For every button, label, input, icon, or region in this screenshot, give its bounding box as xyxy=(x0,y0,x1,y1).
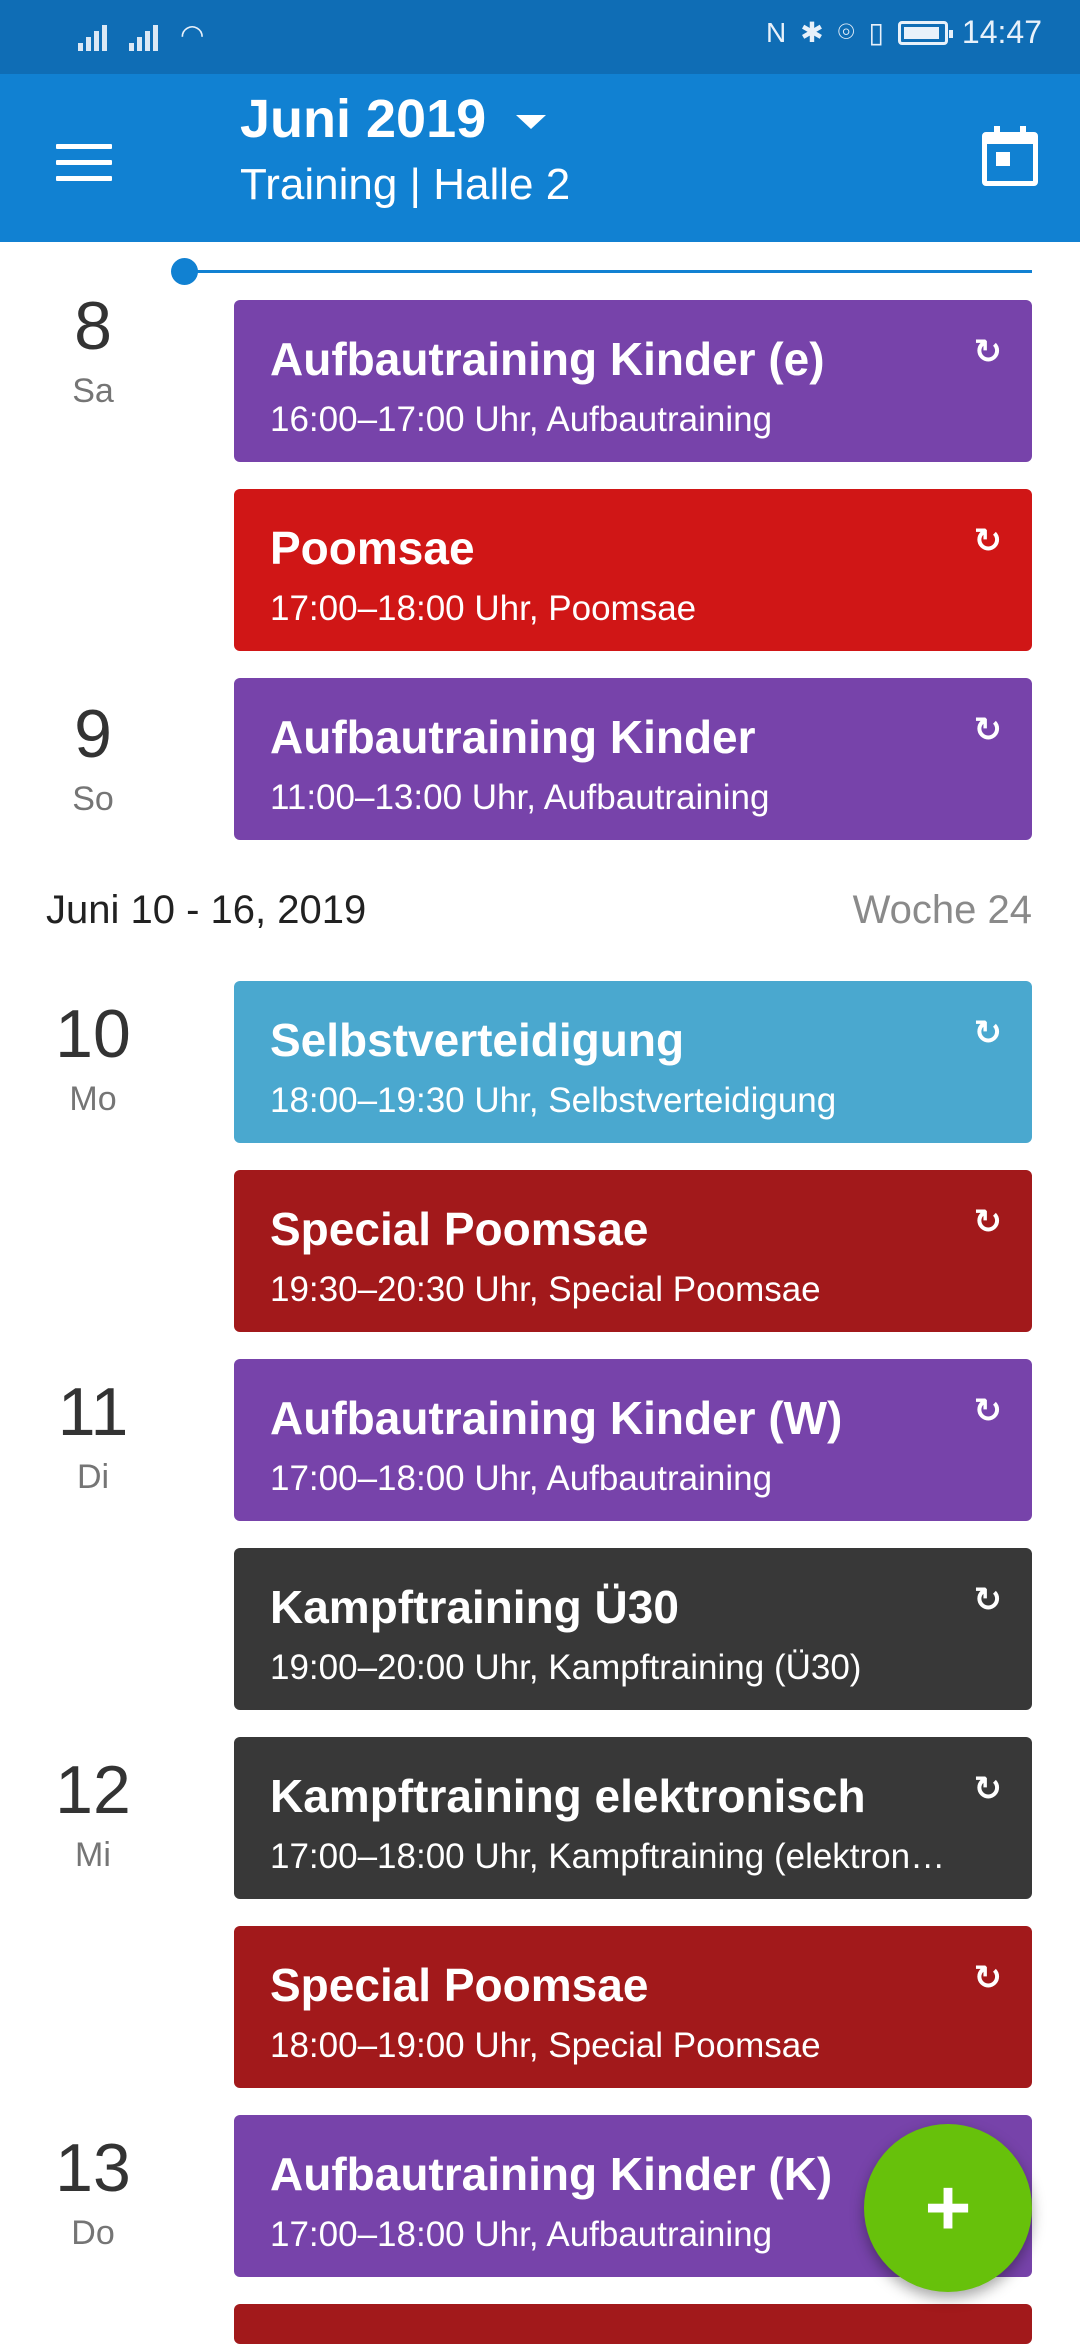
day-label: 11 Di xyxy=(38,1378,148,1497)
event-card[interactable]: Poomsae 17:00–18:00 Uhr, Poomsae ↻ xyxy=(234,489,1032,651)
day-label: 13 Do xyxy=(38,2134,148,2253)
event-details: 16:00–17:00 Uhr, Aufbautraining xyxy=(270,400,773,439)
add-event-button[interactable]: + xyxy=(864,2124,1032,2292)
event-card[interactable]: Special Poomsae 19:30–20:30 Uhr, Special… xyxy=(234,1170,1032,1332)
day-label: 9 So xyxy=(38,700,148,819)
event-details: 19:30–20:30 Uhr, Special Poomsae xyxy=(270,1270,821,1309)
dropdown-caret-icon xyxy=(516,115,547,129)
now-indicator-line xyxy=(184,270,1032,273)
event-title: Special Poomsae xyxy=(270,1959,649,2011)
battery-icon xyxy=(897,20,953,45)
repeat-icon: ↻ xyxy=(973,333,1003,371)
vibrate-icon: ▯ xyxy=(868,17,884,48)
day-weekday: Mi xyxy=(75,1836,111,1874)
repeat-icon: ↻ xyxy=(973,1770,1003,1808)
signal-icon xyxy=(129,21,158,51)
day-weekday: Sa xyxy=(72,372,114,410)
event-card[interactable]: Aufbautraining Kinder (W) 17:00–18:00 Uh… xyxy=(234,1359,1032,1521)
repeat-icon: ↻ xyxy=(973,1203,1003,1241)
day-number: 10 xyxy=(55,996,131,1072)
week-number: Woche 24 xyxy=(852,888,1032,932)
day-weekday: So xyxy=(72,780,114,818)
event-card[interactable]: Selbstverteidigung 18:00–19:30 Uhr, Selb… xyxy=(234,981,1032,1143)
signal-icon xyxy=(78,21,107,51)
event-card[interactable]: Aufbautraining Kinder 11:00–13:00 Uhr, A… xyxy=(234,678,1032,840)
event-details: 11:00–13:00 Uhr, Aufbautraining xyxy=(270,778,770,817)
day-number: 9 xyxy=(74,696,112,772)
event-card-partial[interactable] xyxy=(234,2304,1032,2344)
event-title: Aufbautraining Kinder (W) xyxy=(270,1392,843,1444)
day-label: 8 Sa xyxy=(38,292,148,411)
menu-icon[interactable] xyxy=(56,144,112,181)
bluetooth-icon: ✱ xyxy=(800,17,824,48)
repeat-icon: ↻ xyxy=(973,522,1003,560)
now-indicator-dot xyxy=(171,258,198,285)
location-icon: ⌾ xyxy=(837,16,855,47)
day-number: 12 xyxy=(55,1752,131,1828)
nfc-icon: N xyxy=(765,16,787,48)
event-title: Special Poomsae xyxy=(270,1203,649,1255)
event-details: 18:00–19:00 Uhr, Special Poomsae xyxy=(270,2026,821,2065)
day-weekday: Mo xyxy=(69,1080,117,1118)
event-card[interactable]: Kampftraining Ü30 19:00–20:00 Uhr, Kampf… xyxy=(234,1548,1032,1710)
plus-icon: + xyxy=(924,2163,972,2252)
day-number: 11 xyxy=(57,1374,129,1450)
day-number: 8 xyxy=(74,288,112,364)
event-title: Poomsae xyxy=(270,522,475,574)
page-title[interactable]: Juni 2019 xyxy=(240,88,570,150)
repeat-icon: ↻ xyxy=(973,1581,1003,1619)
calendar-icon[interactable] xyxy=(982,126,1038,186)
status-bar: ◠ N ✱ ⌾ ▯ 14:47 xyxy=(0,0,1080,74)
event-title: Kampftraining elektronisch xyxy=(270,1770,866,1822)
day-weekday: Do xyxy=(71,2214,115,2252)
event-details: 19:00–20:00 Uhr, Kampftraining (Ü30) xyxy=(270,1648,862,1687)
day-label: 10 Mo xyxy=(38,1000,148,1119)
status-time: 14:47 xyxy=(961,14,1042,50)
event-details: 17:00–18:00 Uhr, Kampftraining (elektron… xyxy=(270,1837,946,1876)
month-selector[interactable]: Juni 2019 Training | Halle 2 xyxy=(240,88,570,210)
status-bar-left: ◠ xyxy=(78,18,204,51)
repeat-icon: ↻ xyxy=(973,1392,1003,1430)
calendar-subtitle: Training | Halle 2 xyxy=(240,160,571,209)
status-bar-right: N ✱ ⌾ ▯ 14:47 xyxy=(766,14,1042,51)
month-title: Juni 2019 xyxy=(240,89,487,149)
app-bar: Juni 2019 Training | Halle 2 xyxy=(0,74,1080,242)
event-title: Aufbautraining Kinder xyxy=(270,711,756,763)
event-title: Aufbautraining Kinder (e) xyxy=(270,333,825,385)
event-card[interactable]: Aufbautraining Kinder (e) 16:00–17:00 Uh… xyxy=(234,300,1032,462)
event-details: 17:00–18:00 Uhr, Aufbautraining xyxy=(270,2215,773,2254)
event-card[interactable]: Kampftraining elektronisch 17:00–18:00 U… xyxy=(234,1737,1032,1899)
repeat-icon: ↻ xyxy=(973,1014,1003,1052)
event-details: 17:00–18:00 Uhr, Poomsae xyxy=(270,589,697,628)
repeat-icon: ↻ xyxy=(973,711,1003,749)
event-details: 18:00–19:30 Uhr, Selbstverteidigung xyxy=(270,1081,837,1120)
day-weekday: Di xyxy=(76,1458,110,1496)
day-number: 13 xyxy=(55,2130,131,2206)
event-title: Kampftraining Ü30 xyxy=(270,1581,679,1633)
event-details: 17:00–18:00 Uhr, Aufbautraining xyxy=(270,1459,773,1498)
event-title: Selbstverteidigung xyxy=(270,1014,685,1066)
repeat-icon: ↻ xyxy=(973,1959,1003,1997)
week-range: Juni 10 - 16, 2019 xyxy=(46,888,367,932)
day-label: 12 Mi xyxy=(38,1756,148,1875)
event-card[interactable]: Special Poomsae 18:00–19:00 Uhr, Special… xyxy=(234,1926,1032,2088)
wifi-icon: ◠ xyxy=(180,19,205,50)
